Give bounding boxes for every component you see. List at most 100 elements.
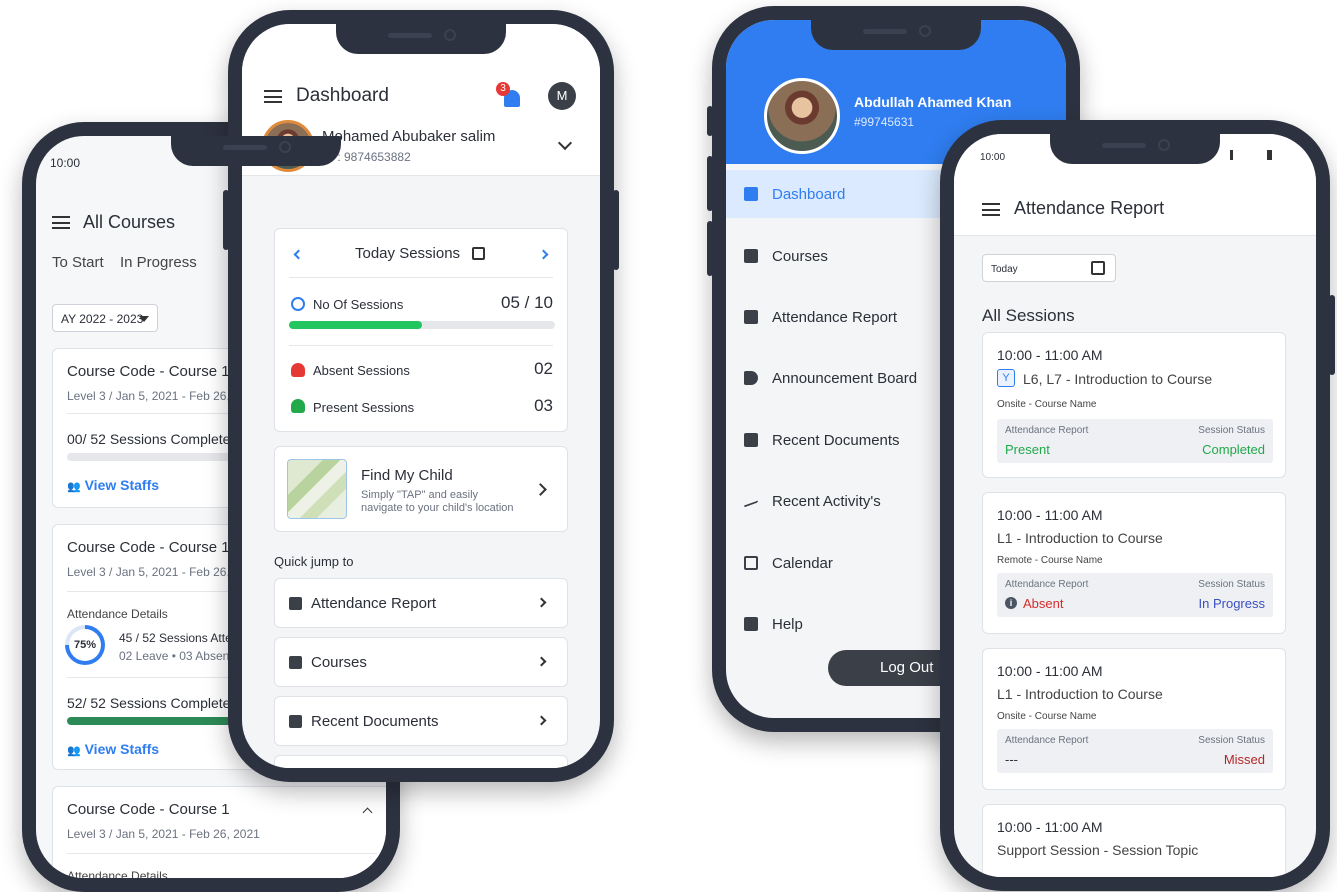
date-filter[interactable]: Today [982, 254, 1116, 282]
session-card[interactable]: 10:00 - 11:00 AM L1 - Introduction to Co… [982, 492, 1286, 634]
menu-user-id: #99745631 [854, 115, 915, 129]
course-code: Course Code - Course 1 [67, 801, 230, 818]
find-title: Find My Child [361, 467, 453, 484]
menu-item-help[interactable]: Help [726, 600, 946, 648]
calendar-icon[interactable] [472, 247, 485, 260]
session-type-icon: Υ [997, 369, 1015, 387]
year-select[interactable]: AY 2022 - 2023 [52, 304, 158, 332]
user-name: Mohamed Abubaker salim [322, 128, 496, 145]
report-value: Present [1005, 442, 1050, 457]
menu-item-calendar[interactable]: Calendar [726, 539, 946, 587]
session-mode: Onsite - Course Name [997, 399, 1097, 410]
avatar[interactable]: M [548, 82, 576, 110]
phone-dashboard: Dashboard 3 M Mohamed Abubaker salim ID … [223, 10, 619, 782]
report-icon [289, 597, 302, 610]
tab-in-progress[interactable]: In Progress [120, 254, 197, 271]
map-icon [287, 459, 347, 519]
help-icon [744, 617, 758, 631]
status-value: Completed [1202, 442, 1265, 457]
view-staffs-label: View Staffs [84, 477, 160, 493]
prev-day-icon[interactable] [293, 249, 304, 260]
people-icon: 👥 [67, 481, 81, 493]
dashboard-icon [744, 187, 758, 201]
report-label: Attendance Report [1005, 735, 1089, 746]
chevron-right-icon [536, 597, 547, 608]
sessions-progress-track [289, 321, 555, 329]
status-label: Session Status [1198, 735, 1265, 746]
section-title: All Sessions [982, 306, 1075, 325]
menu-icon[interactable] [52, 216, 70, 229]
session-time: 10:00 - 11:00 AM [997, 507, 1103, 523]
notification-badge: 3 [496, 82, 510, 96]
next-day-icon[interactable] [538, 249, 549, 260]
folder-icon [744, 249, 758, 263]
menu-icon[interactable] [264, 90, 282, 103]
session-card[interactable]: 10:00 - 11:00 AM Υ L6, L7 - Introduction… [982, 332, 1286, 478]
present-label: Present Sessions [313, 400, 415, 415]
view-staffs-link[interactable]: 👥 View Staffs [67, 477, 159, 493]
session-topic: L1 - Introduction to Course [997, 530, 1163, 546]
view-staffs-link[interactable]: 👥 View Staffs [67, 741, 159, 757]
leave-absent: 02 Leave • 03 Absent [119, 649, 233, 663]
tab-to-start[interactable]: To Start [52, 254, 104, 271]
quick-item-attendance-report[interactable]: Attendance Report [274, 578, 568, 628]
timer-icon [291, 297, 305, 311]
status-label: Session Status [1198, 425, 1265, 436]
status-time: 10:00 [50, 156, 81, 170]
status-value: Missed [1223, 752, 1265, 767]
quick-jump-label: Quick jump to [274, 554, 354, 569]
today-sessions-card: Today Sessions No Of Sessions 05 / 10 Ab… [274, 228, 568, 432]
menu-item-attendance-report[interactable]: Attendance Report [726, 293, 946, 341]
menu-icon[interactable] [982, 203, 1000, 216]
report-value: --- [1005, 752, 1018, 767]
find-my-child-card[interactable]: Find My Child Simply "TAP" and easily na… [274, 446, 568, 532]
quick-item-recent-documents[interactable]: Recent Documents [274, 696, 568, 746]
activity-icon [744, 494, 758, 508]
report-label: Attendance Report [1005, 579, 1089, 590]
menu-item-dashboard[interactable]: Dashboard [726, 170, 946, 218]
sessions-completed: 52/ 52 Sessions Completed [67, 695, 239, 711]
session-detail-box: Attendance Report Session Status --- Mis… [997, 729, 1273, 773]
attendance-details-label: Attendance Details [67, 869, 168, 878]
menu-user-name: Abdullah Ahamed Khan [854, 94, 1012, 110]
people-icon: 👥 [67, 745, 81, 757]
folder-icon [289, 656, 302, 669]
calendar-icon [744, 556, 758, 570]
phone-attendance-report: 10:00 Attendance Report Today All Sessio… [940, 120, 1335, 891]
find-desc-1: Simply "TAP" and easily [361, 489, 479, 501]
view-staffs-label: View Staffs [84, 741, 160, 757]
date-filter-value: Today [991, 264, 1018, 275]
quick-item-label: Attendance Report [311, 595, 437, 612]
menu-item-label: Help [772, 615, 803, 633]
find-desc-2: navigate to your child's location [361, 502, 514, 514]
page-title: Attendance Report [1014, 198, 1165, 218]
menu-item-recent-activity[interactable]: Recent Activity's [726, 477, 946, 525]
menu-item-label: Announcement Board [772, 369, 918, 387]
info-icon: i [1005, 597, 1017, 609]
quick-item-courses[interactable]: Courses [274, 637, 568, 687]
session-card[interactable]: 10:00 - 11:00 AM L1 - Introduction to Co… [982, 648, 1286, 790]
page-title: Dashboard [296, 85, 389, 106]
menu-item-label: Attendance Report [772, 308, 898, 326]
menu-item-announcement-board[interactable]: Announcement Board [726, 354, 946, 402]
menu-item-label: Dashboard [772, 185, 846, 203]
chevron-up-icon[interactable] [362, 807, 373, 818]
menu-item-courses[interactable]: Courses [726, 232, 946, 280]
absent-label: Absent Sessions [313, 363, 410, 378]
status-value: In Progress [1198, 596, 1265, 611]
status-label: Session Status [1198, 579, 1265, 590]
chevron-right-icon [536, 656, 547, 667]
session-mode: Onsite - Course Name [997, 711, 1097, 722]
menu-item-recent-documents[interactable]: Recent Documents [726, 416, 946, 464]
chevron-right-icon [534, 483, 547, 496]
caret-down-icon [139, 316, 149, 322]
session-topic: L1 - Introduction to Course [997, 686, 1163, 702]
session-card[interactable]: 10:00 - 11:00 AM Support Session - Sessi… [982, 804, 1286, 877]
session-detail-box: Attendance Report Session Status i Absen… [997, 573, 1273, 617]
sessions-title: Today Sessions [355, 245, 461, 262]
menu-item-label: Calendar [772, 554, 833, 572]
course-code: Course Code - Course 1 [67, 363, 230, 380]
session-topic: Support Session - Session Topic [997, 842, 1199, 858]
course-card-3[interactable]: Course Code - Course 1 Level 3 / Jan 5, … [52, 786, 386, 878]
status-icons [1230, 150, 1272, 160]
